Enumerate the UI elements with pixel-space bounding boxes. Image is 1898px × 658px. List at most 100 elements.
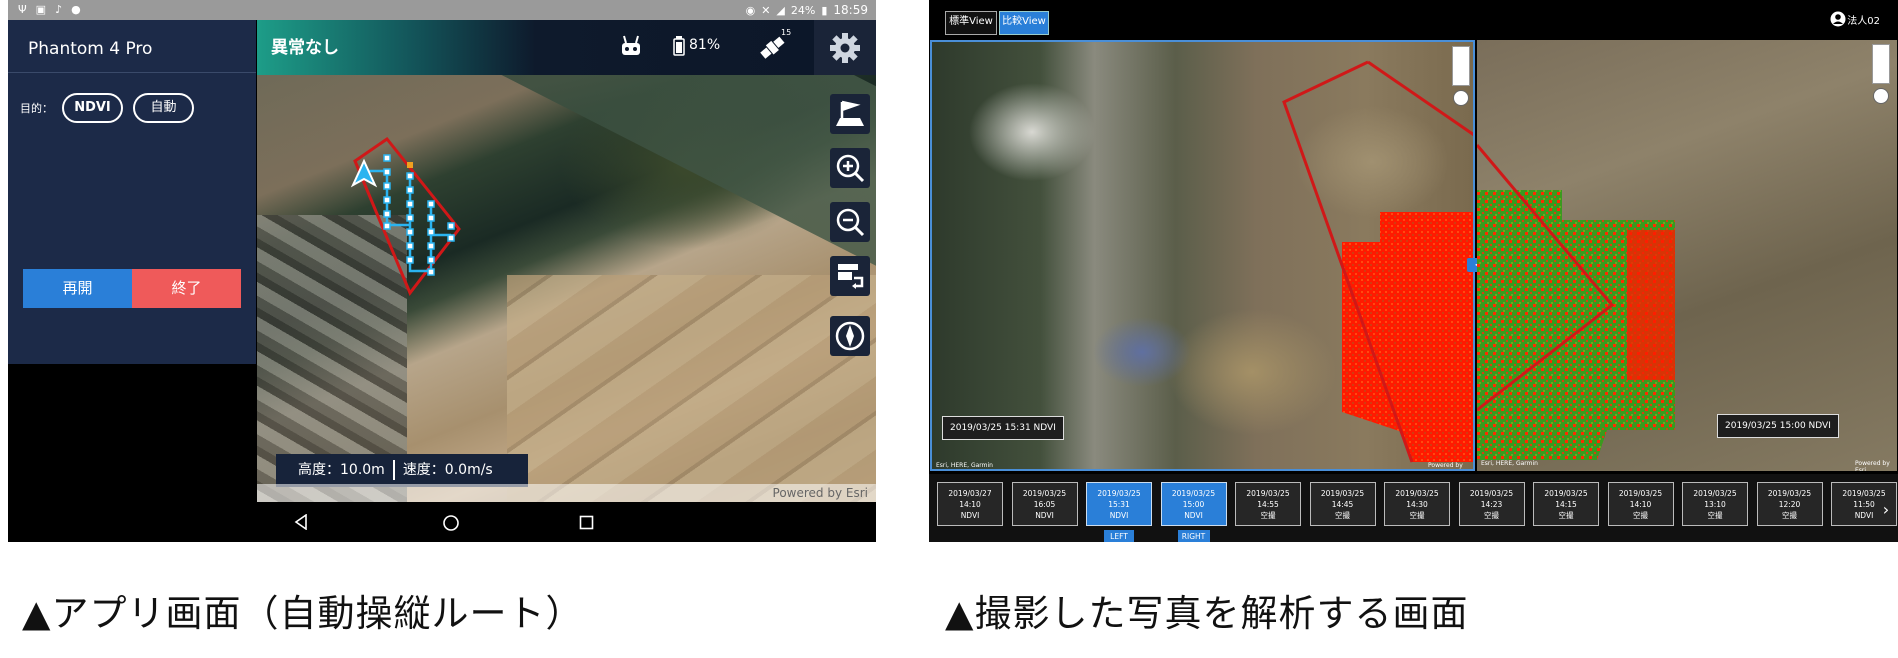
right-compass-icon[interactable] xyxy=(1873,88,1889,104)
divider xyxy=(8,72,256,73)
right-attribution: Esri, HERE, Garmin xyxy=(1481,460,1538,467)
left-powered-by: Powered by Esri xyxy=(1428,462,1463,469)
resume-button[interactable]: 再開 xyxy=(23,269,132,308)
zoom-in-button[interactable] xyxy=(830,148,870,188)
tab-standard-view[interactable]: 標準View xyxy=(945,11,997,35)
flag-tool-button[interactable] xyxy=(830,94,870,134)
timeline-card-time: 14:10 xyxy=(959,500,981,509)
timeline-card-date: 2019/03/25 xyxy=(1395,489,1439,498)
altitude-readout: 高度：10.0m xyxy=(298,462,385,478)
route-overlay xyxy=(350,136,461,296)
back-icon[interactable] xyxy=(293,514,309,530)
drone-app-screen: Ψ ▣ ♪ ● ◉ ✕ ◢ 24% ▮ 18:59 Phantom 4 Pro … xyxy=(8,0,876,542)
flight-map[interactable] xyxy=(257,75,876,502)
image-icon: ▣ xyxy=(35,3,47,16)
timeline-card[interactable]: 2019/03/25 14:45 空撮 xyxy=(1309,482,1376,526)
timeline-card[interactable]: 2019/03/25 13:10 空撮 xyxy=(1682,482,1748,526)
timeline-card[interactable]: 2019/03/25 12:20 空撮 xyxy=(1756,482,1823,526)
timeline-side-tag: LEFT xyxy=(1104,530,1134,542)
right-compare-map[interactable]: 2019/03/25 15:00 NDVI Esri, HERE, Garmin… xyxy=(1477,40,1897,471)
left-attribution: Esri, HERE, Garmin xyxy=(936,462,993,469)
ndvi-tag[interactable]: NDVI xyxy=(62,93,123,123)
drone-model-title: Phantom 4 Pro xyxy=(28,39,153,59)
timeline-card-time: 12:20 xyxy=(1778,500,1801,509)
timeline-card-date: 2019/03/25 xyxy=(1320,489,1365,498)
timeline-card-kind: NDVI xyxy=(960,511,980,520)
drone-battery-icon xyxy=(673,36,685,56)
home-icon[interactable] xyxy=(442,514,460,532)
end-button[interactable]: 終了 xyxy=(132,269,241,308)
sidebar: Phantom 4 Pro 目的： NDVI 自動 再開 終了 xyxy=(8,20,256,364)
caption-left: ▲アプリ画面（自動操縦ルート） xyxy=(22,592,584,635)
layer-swap-icon xyxy=(838,264,864,289)
controller-icon xyxy=(622,35,640,55)
left-zoom-control[interactable] xyxy=(1452,46,1470,86)
timeline-card-date: 2019/03/25 xyxy=(1171,489,1216,498)
timeline-card[interactable]: 2019/03/25 14:55 空撮 xyxy=(1235,482,1301,526)
timeline-card-time: 14:30 xyxy=(1406,500,1428,509)
timeline-next-button[interactable]: › xyxy=(1877,494,1895,526)
timeline-card-kind: NDVI xyxy=(1109,511,1129,520)
zoom-out-button[interactable] xyxy=(830,202,870,242)
timeline-card-time: 14:10 xyxy=(1629,500,1652,509)
timeline-card-kind: NDVI xyxy=(1184,511,1203,520)
page: Ψ ▣ ♪ ● ◉ ✕ ◢ 24% ▮ 18:59 Phantom 4 Pro … xyxy=(0,0,1898,658)
timeline-card-date: 2019/03/25 xyxy=(1246,489,1290,498)
user-icon[interactable] xyxy=(1830,11,1846,27)
left-compare-map[interactable]: 2019/03/25 15:31 NDVI Esri, HERE, Garmin… xyxy=(930,40,1475,471)
timeline-card-date: 2019/03/25 xyxy=(1693,489,1737,498)
left-view-label: 2019/03/25 15:31 NDVI xyxy=(942,416,1064,440)
right-view-label: 2019/03/25 15:00 NDVI xyxy=(1717,414,1839,438)
right-powered-by: Powered by Esri xyxy=(1855,460,1890,471)
timeline-card[interactable]: 2019/03/25 15:00 NDVI xyxy=(1160,482,1227,526)
timeline-card-time: 14:15 xyxy=(1555,500,1577,509)
gear-icon xyxy=(830,33,860,63)
timeline-card[interactable]: 2019/03/25 14:23 空撮 xyxy=(1458,482,1525,526)
timeline-card-date: 2019/03/27 xyxy=(948,489,992,498)
timeline-card-date: 2019/03/25 xyxy=(1767,489,1812,498)
home-point xyxy=(407,162,413,168)
timeline-card[interactable]: 2019/03/25 14:10 空撮 xyxy=(1607,482,1674,526)
recents-icon[interactable] xyxy=(579,515,594,530)
timeline-card[interactable]: 2019/03/25 14:15 空撮 xyxy=(1533,482,1599,526)
ndvi-heatmap-left xyxy=(1342,212,1473,462)
telemetry-panel: 高度：10.0m 速度：0.0m/s xyxy=(276,454,528,487)
timeline-card-time: 15:00 xyxy=(1182,500,1205,509)
capture-timeline: ‹ 2019/03/2714:10NDVI2019/03/2516:05NDVI… xyxy=(929,474,1898,542)
settings-button[interactable] xyxy=(814,20,876,75)
android-nav-bar xyxy=(257,502,876,542)
timeline-card-kind: 空撮 xyxy=(1335,511,1350,520)
timeline-card-date: 2019/03/25 xyxy=(1022,489,1067,498)
compass-button[interactable] xyxy=(830,316,870,356)
timeline-side-tag: RIGHT xyxy=(1177,530,1210,542)
caption-right: ▲撮影した写真を解析する画面 xyxy=(945,592,1469,635)
swap-layer-button[interactable] xyxy=(830,256,870,296)
auto-tag[interactable]: 自動 xyxy=(133,93,194,123)
map-flag-icon xyxy=(836,100,864,126)
music-icon: ♪ xyxy=(55,3,63,16)
timeline-card[interactable]: 2019/03/25 15:31 NDVI xyxy=(1086,482,1152,526)
android-icon: ● xyxy=(71,3,81,16)
timeline-card-kind: 空撮 xyxy=(1260,511,1276,520)
timeline-card-date: 2019/03/25 xyxy=(1469,489,1514,498)
top-status-bar: 異常なし 81% 15 xyxy=(257,20,876,75)
usb-icon: Ψ xyxy=(18,3,27,16)
zoom-out-icon xyxy=(836,208,865,237)
location-icon: ◉ xyxy=(745,3,756,17)
timeline-card[interactable]: 2019/03/27 14:10 NDVI xyxy=(937,482,1003,526)
timeline-card-time: 14:45 xyxy=(1331,500,1354,509)
right-zoom-control[interactable] xyxy=(1872,44,1890,84)
timeline-card-date: 2019/03/25 xyxy=(1618,489,1663,498)
timeline-card-time: 14:55 xyxy=(1257,500,1279,509)
signal-icon: ◢ xyxy=(776,3,785,17)
timeline-card[interactable]: 2019/03/25 16:05 NDVI xyxy=(1011,482,1078,526)
timeline-card-time: 14:23 xyxy=(1480,500,1503,509)
clock: 18:59 xyxy=(833,3,868,17)
left-compass-icon[interactable] xyxy=(1453,90,1469,106)
tab-compare-view[interactable]: 比較View xyxy=(999,11,1049,35)
flight-status: 異常なし xyxy=(271,38,339,58)
ndvi-red-zone-right xyxy=(1627,230,1675,380)
left-overlay xyxy=(1282,60,1473,463)
timeline-card[interactable]: 2019/03/25 14:30 空撮 xyxy=(1384,482,1450,526)
timeline-card-kind: 空撮 xyxy=(1558,511,1574,520)
